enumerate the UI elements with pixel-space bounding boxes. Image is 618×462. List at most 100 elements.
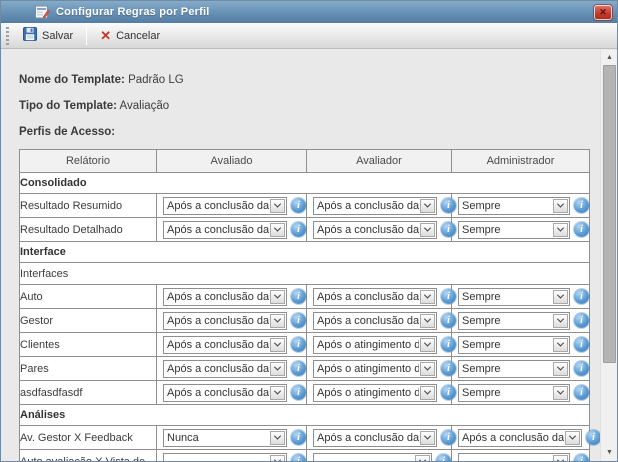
info-icon[interactable]: i xyxy=(574,313,589,328)
select-arrow-button[interactable] xyxy=(553,199,568,213)
select-arrow-button[interactable] xyxy=(270,314,285,328)
row-label: Gestor xyxy=(20,309,157,333)
cancel-button[interactable]: ✕ Cancelar xyxy=(92,26,168,46)
select-arrow-button[interactable] xyxy=(553,455,568,462)
policy-select[interactable]: Após a conclusão da etapa xyxy=(163,221,287,239)
scroll-up-button[interactable]: ▲ xyxy=(601,52,617,64)
info-icon[interactable]: i xyxy=(291,454,306,461)
info-icon[interactable]: i xyxy=(574,222,589,237)
info-icon[interactable]: i xyxy=(441,430,456,445)
info-icon[interactable]: i xyxy=(441,361,456,376)
policy-select[interactable]: Sempre xyxy=(458,360,570,378)
select-arrow-button[interactable] xyxy=(420,362,435,376)
select-arrow-button[interactable] xyxy=(415,455,430,462)
table-row: Resultado DetalhadoApós a conclusão da e… xyxy=(20,218,590,242)
policy-select[interactable]: Após o atingimento do mín xyxy=(313,336,437,354)
policy-select[interactable]: Após a conclusão da etapa xyxy=(163,384,287,402)
policy-select[interactable]: Sempre xyxy=(458,221,570,239)
policy-avaliado: i xyxy=(157,450,307,462)
info-icon[interactable]: i xyxy=(574,385,589,400)
policy-select[interactable]: Após o atingimento do mín xyxy=(313,384,437,402)
policy-select[interactable]: Após a conclusão da etapa xyxy=(458,429,582,447)
select-arrow-button[interactable] xyxy=(270,199,285,213)
select-arrow-button[interactable] xyxy=(420,338,435,352)
policy-select[interactable]: Após a conclusão da etapa xyxy=(163,360,287,378)
policy-select[interactable] xyxy=(458,453,570,462)
info-icon[interactable]: i xyxy=(586,430,601,445)
select-arrow-button[interactable] xyxy=(420,431,435,445)
policy-select[interactable]: Sempre xyxy=(458,197,570,215)
select-arrow-button[interactable] xyxy=(270,386,285,400)
select-arrow-button[interactable] xyxy=(420,199,435,213)
policy-select[interactable]: Nunca xyxy=(163,429,287,447)
policy-select[interactable] xyxy=(313,453,432,462)
select-arrow-button[interactable] xyxy=(270,338,285,352)
info-icon[interactable]: i xyxy=(291,385,306,400)
select-value: Após o atingimento do mín xyxy=(314,339,419,351)
info-icon[interactable]: i xyxy=(574,289,589,304)
scroll-down-button[interactable]: ▼ xyxy=(601,447,617,459)
save-button[interactable]: Salvar xyxy=(15,23,81,48)
policy-select[interactable]: Após a conclusão da etapa xyxy=(163,288,287,306)
policy-select[interactable]: Após a conclusão da Autoa xyxy=(313,288,437,306)
scrollbar-thumb[interactable] xyxy=(603,65,616,363)
select-arrow-button[interactable] xyxy=(553,223,568,237)
info-icon[interactable]: i xyxy=(291,198,306,213)
policy-select[interactable]: Após a conclusão da etapa xyxy=(163,336,287,354)
info-icon[interactable]: i xyxy=(291,222,306,237)
policy-select[interactable] xyxy=(163,453,287,462)
policy-select[interactable]: Sempre xyxy=(458,336,570,354)
select-arrow-button[interactable] xyxy=(420,314,435,328)
select-arrow-button[interactable] xyxy=(270,455,285,462)
close-button[interactable]: ✕ xyxy=(594,5,612,20)
chevron-down-icon xyxy=(274,316,281,323)
policy-select[interactable]: Sempre xyxy=(458,312,570,330)
select-arrow-button[interactable] xyxy=(565,431,580,445)
policy-select[interactable]: Sempre xyxy=(458,288,570,306)
select-arrow-button[interactable] xyxy=(553,338,568,352)
select-arrow-button[interactable] xyxy=(553,362,568,376)
select-arrow-button[interactable] xyxy=(420,290,435,304)
info-icon[interactable]: i xyxy=(441,222,456,237)
info-icon[interactable]: i xyxy=(574,361,589,376)
policy-select[interactable]: Sempre xyxy=(458,384,570,402)
info-icon[interactable]: i xyxy=(441,385,456,400)
info-icon[interactable]: i xyxy=(574,198,589,213)
select-arrow-button[interactable] xyxy=(553,290,568,304)
policy-cell: Após a conclusão da Avaliai xyxy=(307,312,451,330)
select-arrow-button[interactable] xyxy=(270,431,285,445)
policy-cell: Semprei xyxy=(452,197,589,215)
info-icon[interactable]: i xyxy=(441,313,456,328)
row-label: Interfaces xyxy=(20,263,590,285)
info-icon[interactable]: i xyxy=(441,198,456,213)
info-icon[interactable]: i xyxy=(291,430,306,445)
policy-select[interactable]: Após a conclusão da etapa xyxy=(313,429,437,447)
select-arrow-button[interactable] xyxy=(270,223,285,237)
policy-select[interactable]: Após a conclusão da etapa xyxy=(163,312,287,330)
info-icon[interactable]: i xyxy=(291,337,306,352)
select-arrow-button[interactable] xyxy=(420,223,435,237)
info-icon[interactable]: i xyxy=(291,289,306,304)
select-value: Após a conclusão da etapa xyxy=(164,315,269,327)
policy-select[interactable]: Após o atingimento do mín xyxy=(313,360,437,378)
policy-select[interactable]: Após a conclusão da Avalia xyxy=(313,312,437,330)
info-icon[interactable]: i xyxy=(574,454,589,461)
info-icon[interactable]: i xyxy=(291,361,306,376)
select-arrow-button[interactable] xyxy=(420,386,435,400)
policy-select[interactable]: Após a conclusão da etapa xyxy=(163,197,287,215)
select-arrow-button[interactable] xyxy=(553,386,568,400)
chevron-down-icon xyxy=(557,292,564,299)
select-arrow-button[interactable] xyxy=(270,290,285,304)
policy-select[interactable]: Após a conclusão da Avalia xyxy=(313,221,437,239)
vertical-scrollbar[interactable]: ▲ ▼ xyxy=(600,50,617,461)
info-icon[interactable]: i xyxy=(441,289,456,304)
info-icon[interactable]: i xyxy=(441,337,456,352)
info-icon[interactable]: i xyxy=(291,313,306,328)
policy-select[interactable]: Após a conclusão da Avalia xyxy=(313,197,437,215)
select-arrow-button[interactable] xyxy=(270,362,285,376)
info-icon[interactable]: i xyxy=(436,454,451,461)
info-icon[interactable]: i xyxy=(574,337,589,352)
cancel-icon: ✕ xyxy=(100,30,111,42)
select-arrow-button[interactable] xyxy=(553,314,568,328)
policy-administrador: Semprei xyxy=(452,309,590,333)
